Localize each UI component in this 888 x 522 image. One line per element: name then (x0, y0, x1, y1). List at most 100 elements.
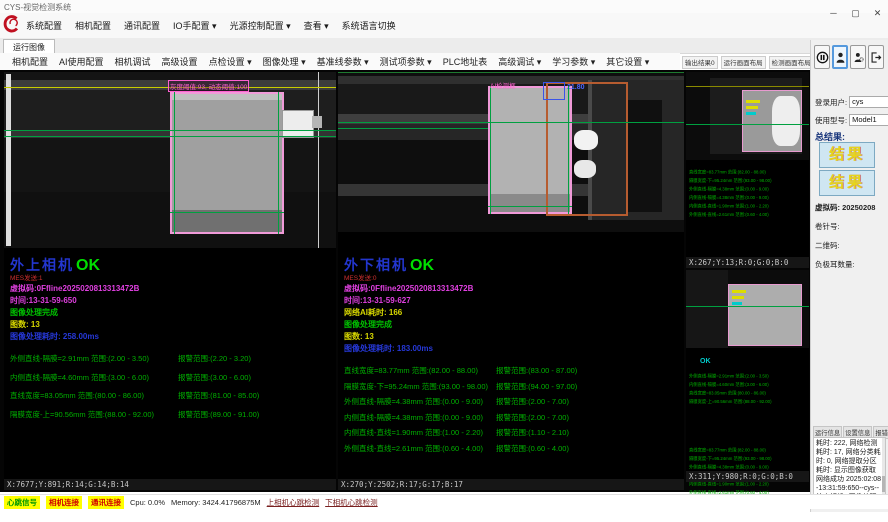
user-settings-button[interactable] (850, 45, 866, 69)
minimize-button[interactable]: ─ (827, 8, 840, 19)
annotation-mark (746, 112, 756, 115)
toolbar-item[interactable]: 学习参数 ▾ (552, 55, 595, 68)
green-baseline (4, 136, 336, 137)
alarm-range: 报警范围:(83.00 - 87.00) (496, 365, 577, 376)
login-user-button[interactable] (832, 45, 848, 69)
login-user-field: 登录用户: cys (815, 96, 888, 108)
measurement-list: 外侧直线-隔膜=2.91mm 范围:(2.00 - 3.50) 报警范围:(2.… (10, 353, 334, 420)
alarm-range: 报警范围:(94.00 - 97.00) (496, 381, 577, 392)
alarm-range: 报警范围:(2.00 - 7.00) (496, 412, 569, 423)
menu-item[interactable]: 通讯配置 (124, 19, 160, 32)
threshold-label: 灰度阈值:93, 动态阈值:100 (168, 80, 249, 92)
toolbar-item[interactable]: 其它设置 ▾ (606, 55, 649, 68)
process-elapsed: 图像处理耗时: 183.00ms (344, 343, 682, 355)
thumbnail-text-line: 直线宽度=83.77mm 范围:(82.00 - 88.00) (689, 168, 812, 177)
measurement-row: 隔膜宽度-下=95.24mm 范围:(93.00 - 98.00) 报警范围:(… (344, 381, 682, 392)
menu-item[interactable]: 查看 ▾ (304, 19, 329, 32)
titlebar: CYS-视觉检测系统 (0, 0, 888, 14)
image-count: 图数: 13 (344, 331, 682, 343)
result-ok-label: OK (76, 257, 100, 274)
toolbar-item[interactable]: AI使用配置 (59, 55, 104, 68)
qr-code-label: 二维码: (815, 240, 840, 251)
tab-count-label: 负极耳数量: (815, 259, 855, 270)
measurement-row: 内侧直线-隔膜=4.38mm 范围:(0.00 - 9.00) 报警范围:(2.… (344, 412, 682, 423)
connector-part (282, 110, 314, 138)
green-baseline (4, 130, 336, 131)
measurement-value: 直线宽度=83.05mm 范围:(80.00 - 86.00) (10, 390, 178, 401)
green-edge-line (490, 86, 491, 214)
exit-button[interactable] (868, 45, 884, 69)
measurement-row: 外侧直线-隔膜=4.38mm 范围:(0.00 - 9.00) 报警范围:(2.… (344, 396, 682, 407)
toolbar-item[interactable]: 高级调试 ▾ (498, 55, 541, 68)
model-input[interactable]: Model1 (849, 114, 888, 126)
upper-camera-heartbeat-link[interactable]: 上相机心跳检测 (267, 497, 320, 508)
green-baseline (488, 206, 572, 207)
view-layout-tab[interactable]: 运行画面布局 (721, 56, 766, 69)
camera-image-left[interactable]: 灰度阈值:93, 动态阈值:100 (4, 72, 336, 248)
cursor-coordinates-middle: X:270;Y:2502;R:17;G:17;B:17 (338, 479, 684, 490)
lower-camera-heartbeat-link[interactable]: 下相机心跳检测 (325, 497, 378, 508)
cursor-coordinates-left: X:7677;Y:891;R:14;G:14;B:14 (4, 479, 336, 490)
status-bar: 心跳信号 相机连接 通讯连接 Cpu: 0.0% Memory: 3424.41… (0, 494, 888, 509)
alarm-range: 报警范围:(2.00 - 7.00) (496, 396, 569, 407)
login-user-label: 登录用户: (815, 97, 847, 108)
measurement-value: 内侧直线-隔膜=4.60mm 范围:(3.00 - 6.00) (10, 372, 178, 383)
result-box-2: 结果 (819, 170, 875, 196)
menu-item[interactable]: 系统配置 (26, 19, 62, 32)
measurement-row: 外侧直线-隔膜=2.91mm 范围:(2.00 - 3.50) 报警范围:(2.… (10, 353, 334, 364)
camera-image-middle[interactable]: 21.80 AI检测框 (338, 72, 684, 232)
toolbar-item[interactable]: 相机调试 (115, 55, 151, 68)
thumbnail-bottom[interactable]: OK 外侧直线-隔膜=2.91mm 范围:(2.00 - 3.50)内侧直线-隔… (686, 270, 809, 482)
annotation-mark (746, 100, 760, 103)
image-count: 图数: 13 (10, 319, 334, 331)
bright-blob (772, 96, 800, 146)
login-user-input[interactable]: cys (849, 96, 888, 108)
measurement-row: 直线宽度=83.77mm 范围:(82.00 - 88.00) 报警范围:(83… (344, 365, 682, 376)
menu-item[interactable]: 相机配置 (75, 19, 111, 32)
toolbar-item[interactable]: 点检设置 ▾ (209, 55, 252, 68)
measurement-row: 内侧直线-隔膜=4.60mm 范围:(3.00 - 6.00) 报警范围:(3.… (10, 372, 334, 383)
heartbeat-badge: 心跳信号 (4, 496, 40, 509)
measurement-value: 外侧直线-直线=2.61mm 范围:(0.60 - 4.00) (344, 443, 496, 454)
maximize-button[interactable]: ▢ (849, 8, 862, 19)
view-layout-tab[interactable]: 输出结果0 (682, 56, 718, 69)
thumbnail-text-line: 隔膜宽度-下=95.24mm 范围:(93.00 - 98.00) (689, 455, 812, 464)
menu-item[interactable]: IO手配置 ▾ (173, 19, 217, 32)
process-done-label: 图像处理完成 (10, 307, 334, 319)
toolbar-item[interactable]: 图像处理 ▾ (263, 55, 306, 68)
green-edge-line (278, 92, 279, 234)
pin-number-label: 卷针号: (815, 221, 840, 232)
virtual-code-line: 虚拟码: 20250208 (815, 202, 875, 213)
virtual-code-value: 20250208 (842, 203, 875, 212)
thumbnail-text-line: 隔膜宽度-上=90.56mm 范围:(88.00 - 92.00) (689, 398, 812, 407)
yellow-line (686, 86, 809, 87)
menu-item[interactable]: 光源控制配置 ▾ (230, 19, 291, 32)
close-button[interactable]: ✕ (871, 8, 884, 19)
green-edge-line (568, 86, 569, 214)
toolbar-item[interactable]: 测试项参数 ▾ (380, 55, 432, 68)
view-layout-tab[interactable]: 检测画面布局 (769, 56, 814, 69)
tab-run-image[interactable]: 运行图像 (3, 39, 55, 54)
roi-orange-box (546, 82, 628, 216)
thumbnail-text-line: 隔膜宽度-下=95.24mm 范围:(93.00 - 98.00) (689, 177, 812, 186)
camera-panel-middle: 21.80 AI检测框 外下相机OK MES发送:0 虚拟码:0Ffline20… (338, 72, 684, 490)
toolbar-item[interactable]: 基准线参数 ▾ (317, 55, 369, 68)
green-baseline (338, 128, 488, 129)
virtual-code-label: 虚拟码: (815, 203, 840, 212)
right-sidebar: 登录用户: cys 使用型号: Model1 总结果: 结果 结果 虚拟码: 2… (810, 40, 888, 512)
thumbnail-text-line: 外侧直线-直线=2.61mm 范围:(0.60 - 4.00) (689, 211, 812, 220)
pause-button[interactable] (814, 45, 830, 69)
model-field: 使用型号: Model1 (815, 114, 888, 126)
roi-blue-value: 21.80 (567, 84, 585, 91)
measurement-row: 外侧直线-直线=2.61mm 范围:(0.60 - 4.00) 报警范围:(0.… (344, 443, 682, 454)
thumbnail-column: 直线宽度=83.77mm 范围:(82.00 - 88.00)隔膜宽度-下=95… (686, 72, 809, 490)
alarm-range: 报警范围:(81.00 - 85.00) (178, 390, 259, 401)
menu-item[interactable]: 系统语言切换 (342, 19, 396, 32)
toolbar-item[interactable]: 高级设置 (162, 55, 198, 68)
electrode-region (728, 284, 802, 346)
thumbnail-top[interactable]: 直线宽度=83.77mm 范围:(82.00 - 88.00)隔膜宽度-下=95… (686, 72, 809, 268)
annotation-mark (732, 296, 744, 299)
toolbar-item[interactable]: 相机配置 (12, 55, 48, 68)
toolbar-item[interactable]: PLC地址表 (443, 55, 488, 68)
virtual-code: 虚拟码:0Ffline2025020813313472B (344, 283, 682, 295)
